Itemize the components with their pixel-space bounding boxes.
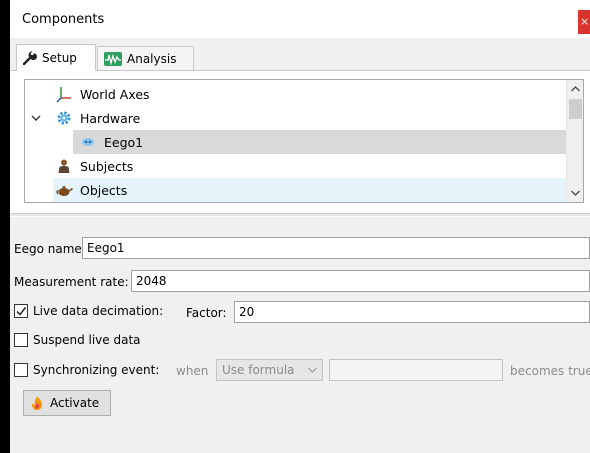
- eego-name-label: Eego name:: [14, 242, 86, 256]
- tree-item-label: World Axes: [80, 86, 150, 102]
- tree-item-hardware[interactable]: Hardware: [25, 106, 567, 130]
- checkmark-icon: [16, 307, 27, 316]
- wrench-icon: [23, 51, 37, 65]
- tree-item-eego1[interactable]: Eego1: [73, 130, 567, 154]
- tree-item-subjects[interactable]: Subjects: [25, 154, 567, 178]
- when-select[interactable]: Use formula: [216, 359, 323, 381]
- axes-icon: [55, 85, 73, 103]
- gear-icon: [55, 109, 73, 127]
- when-select-value: Use formula: [222, 363, 295, 377]
- flame-icon: [30, 395, 44, 411]
- factor-label: Factor:: [186, 306, 227, 320]
- live-decimation-checkbox[interactable]: [14, 304, 28, 318]
- activate-button[interactable]: Activate: [23, 390, 111, 416]
- scroll-thumb[interactable]: [569, 99, 582, 119]
- close-icon: ×: [580, 15, 590, 28]
- eego-name-input[interactable]: Eego1: [82, 237, 590, 259]
- tree-item-objects[interactable]: Objects: [53, 178, 567, 202]
- becomes-true-label: becomes true: [510, 364, 590, 378]
- components-window: Components × Setup Analysis World Axes H…: [0, 0, 590, 453]
- factor-input[interactable]: 20: [234, 301, 590, 323]
- setup-panel: World Axes Hardware Eego1 Subjects Objec…: [10, 70, 590, 213]
- suspend-live-data-checkbox[interactable]: [14, 333, 28, 347]
- synchronizing-event-label: Synchronizing event:: [33, 363, 160, 377]
- chevron-down-icon: [308, 367, 317, 373]
- when-label: when: [176, 364, 209, 378]
- splitter[interactable]: [10, 213, 590, 217]
- measurement-rate-input[interactable]: 2048: [131, 270, 590, 292]
- tab-analysis[interactable]: Analysis: [97, 46, 194, 71]
- title-bar: Components ×: [10, 0, 590, 38]
- waveform-icon: [104, 52, 122, 66]
- synchronizing-event-checkbox[interactable]: [14, 363, 28, 377]
- formula-input[interactable]: [329, 359, 503, 381]
- components-tree[interactable]: World Axes Hardware Eego1 Subjects Objec…: [24, 79, 584, 203]
- window-left-edge: [0, 0, 10, 453]
- tree-item-label: Subjects: [80, 158, 134, 174]
- tree-item-label: Eego1: [104, 134, 144, 150]
- suspend-live-data-label: Suspend live data: [33, 333, 141, 347]
- device-icon: [79, 133, 97, 151]
- activate-button-label: Activate: [50, 396, 100, 410]
- tree-scrollbar[interactable]: [566, 80, 583, 202]
- eego-properties-form: Eego name: Eego1 Measurement rate: 2048 …: [10, 218, 590, 453]
- chevron-down-icon[interactable]: [29, 111, 43, 125]
- tree-item-world-axes[interactable]: World Axes: [25, 82, 567, 106]
- tree-item-label: Objects: [80, 182, 128, 198]
- scroll-up-icon[interactable]: [567, 80, 583, 97]
- close-button[interactable]: ×: [578, 10, 590, 34]
- tab-setup[interactable]: Setup: [16, 44, 96, 71]
- window-title: Components: [22, 12, 105, 27]
- teapot-icon: [55, 181, 73, 199]
- person-icon: [55, 157, 73, 175]
- measurement-rate-label: Measurement rate:: [14, 275, 129, 289]
- tab-setup-label: Setup: [42, 51, 77, 65]
- live-decimation-label: Live data decimation:: [33, 304, 164, 318]
- scroll-down-icon[interactable]: [567, 184, 583, 201]
- tree-item-label: Hardware: [80, 110, 141, 126]
- tab-analysis-label: Analysis: [127, 52, 177, 66]
- tab-bar: Setup Analysis: [10, 38, 590, 71]
